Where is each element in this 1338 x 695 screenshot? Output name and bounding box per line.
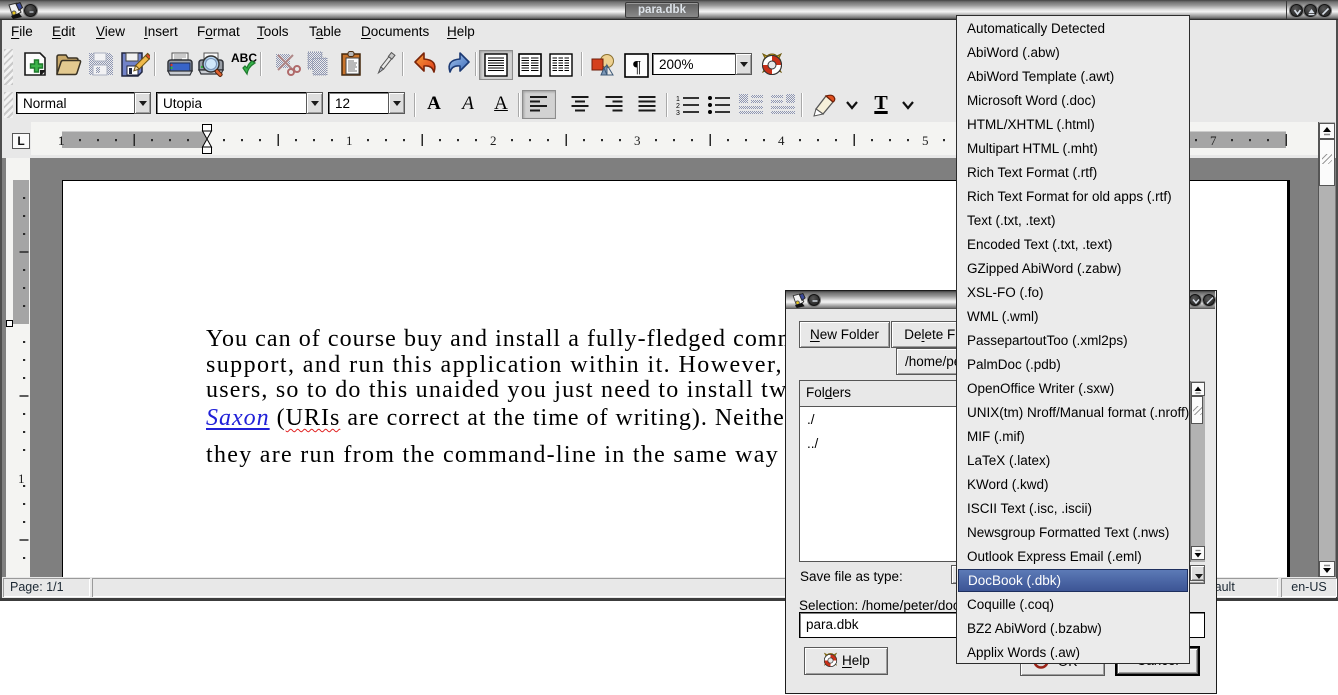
svg-text:¶: ¶ (633, 57, 641, 76)
svg-text:2: 2 (676, 103, 680, 110)
svg-text:3: 3 (676, 110, 680, 116)
svg-text:1: 1 (676, 96, 680, 103)
